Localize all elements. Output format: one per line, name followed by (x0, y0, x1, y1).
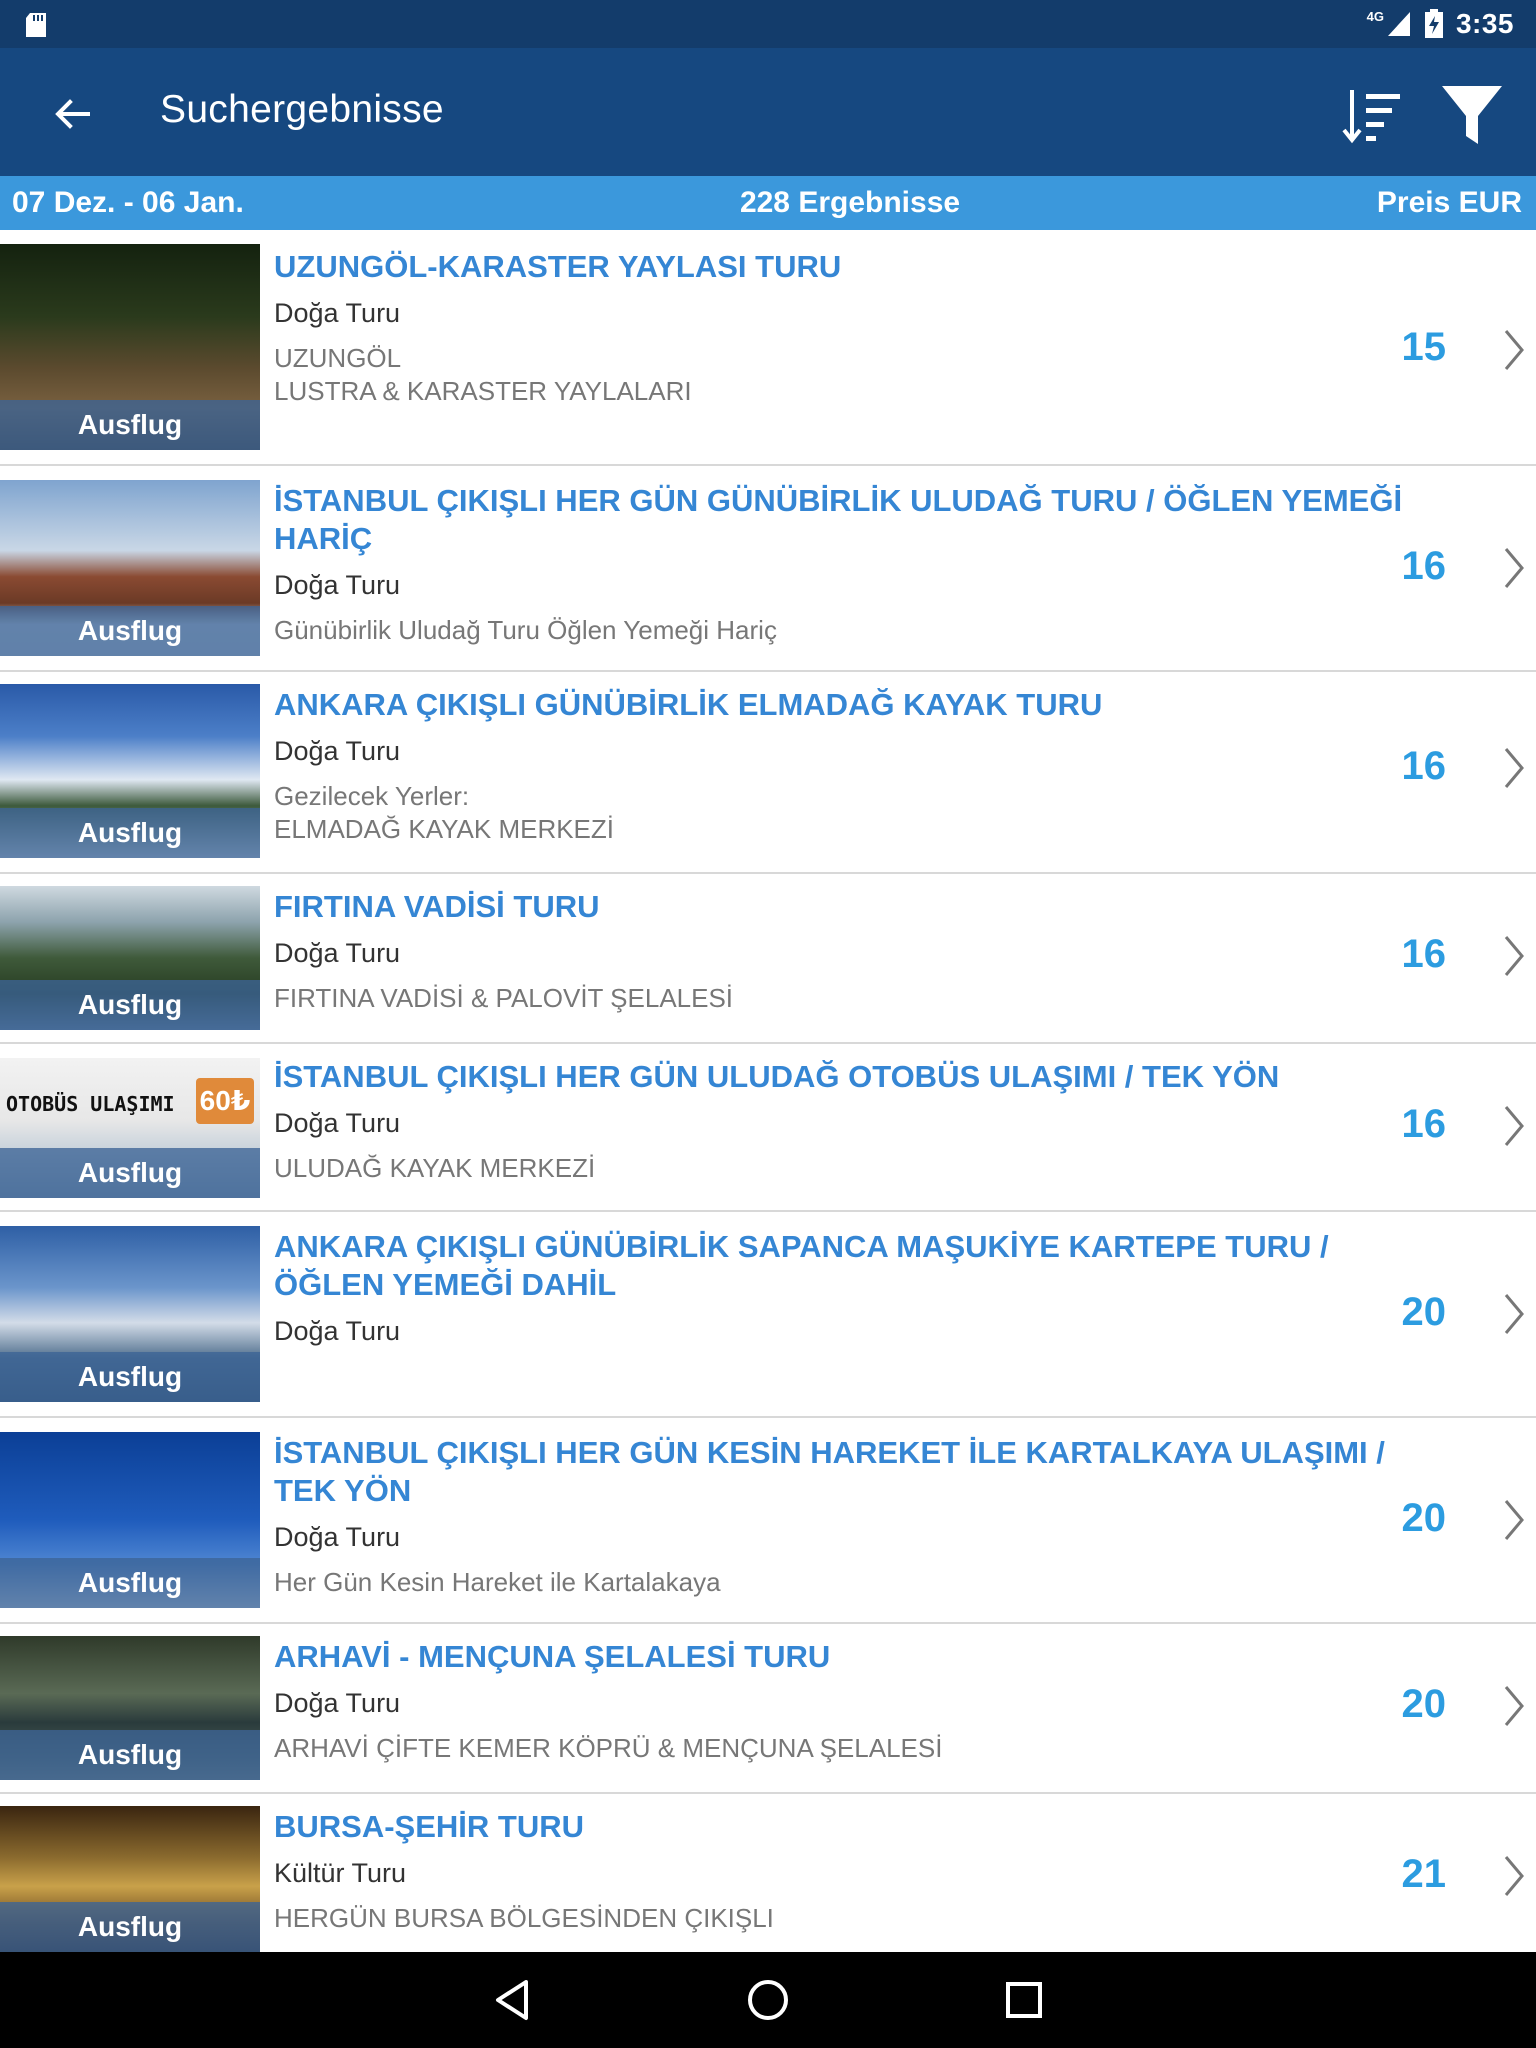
thumbnail-caption: OTOBÜS ULAŞIMI (6, 1092, 175, 1116)
result-category: Doğa Turu (274, 1522, 401, 1552)
results-count: 228 Ergebnisse (739, 186, 961, 219)
app-bar: Suchergebnisse (0, 48, 1536, 176)
result-category: Doğa Turu (274, 570, 401, 600)
result-row[interactable]: Ausflug İSTANBUL ÇIKIŞLI HER GÜN KESİN H… (0, 1418, 1536, 1624)
result-description: Gezilecek Yerler: ELMADAĞ KAYAK MERKEZİ (274, 781, 615, 844)
result-title: UZUNGÖL-KARASTER YAYLASI TURU (274, 249, 842, 284)
category-badge: Ausflug (0, 980, 260, 1030)
result-category: Doğa Turu (274, 1316, 401, 1346)
battery-icon (1424, 9, 1443, 38)
result-title: İSTANBUL ÇIKIŞLI HER GÜN KESİN HAREKET İ… (274, 1435, 1385, 1508)
signal-icon (1387, 12, 1410, 36)
result-row[interactable]: Ausflug FIRTINA VADİSİ TURU Doğa Turu FI… (0, 874, 1536, 1044)
result-title: BURSA-ŞEHİR TURU (274, 1809, 584, 1844)
thumbnail-price-tag: 60₺ (196, 1078, 254, 1124)
chevron-right-icon (1504, 548, 1524, 588)
result-price: 20 (1401, 1496, 1447, 1540)
status-bar: 4G 3:35 (0, 0, 1536, 48)
category-badge: Ausflug (0, 1902, 260, 1952)
result-thumbnail: Ausflug (0, 480, 260, 656)
sort-icon[interactable] (1340, 84, 1404, 148)
result-title: FIRTINA VADİSİ TURU (274, 889, 600, 924)
chevron-right-icon (1504, 936, 1524, 976)
category-badge: Ausflug (0, 400, 260, 450)
home-circle-icon[interactable] (744, 1976, 792, 2024)
chevron-right-icon (1504, 748, 1524, 788)
price-currency: Preis EUR (1376, 186, 1522, 219)
result-price: 16 (1401, 1102, 1447, 1146)
chevron-right-icon (1504, 1686, 1524, 1726)
result-category: Kültür Turu (274, 1858, 407, 1888)
result-row[interactable]: Ausflug ANKARA ÇIKIŞLI GÜNÜBİRLİK SAPANC… (0, 1212, 1536, 1418)
result-price: 15 (1401, 325, 1447, 369)
result-description: Günübirlik Uludağ Turu Öğlen Yemeği Hari… (274, 615, 777, 645)
result-row[interactable]: Ausflug BURSA-ŞEHİR TURU Kültür Turu HER… (0, 1794, 1536, 1952)
result-price: 16 (1401, 744, 1447, 788)
filter-icon[interactable] (1440, 82, 1504, 150)
result-title: ARHAVİ - MENÇUNA ŞELALESİ TURU (274, 1639, 831, 1674)
result-row[interactable]: OTOBÜS ULAŞIMI 60₺ Ausflug İSTANBUL ÇIKI… (0, 1044, 1536, 1212)
category-badge: Ausflug (0, 1558, 260, 1608)
result-thumbnail: Ausflug (0, 1226, 260, 1402)
system-nav-bar (0, 1952, 1536, 2048)
result-thumbnail: Ausflug (0, 1806, 260, 1952)
result-row[interactable]: Ausflug UZUNGÖL-KARASTER YAYLASI TURU Do… (0, 230, 1536, 466)
back-triangle-icon[interactable] (488, 1976, 536, 2024)
result-thumbnail: Ausflug (0, 1432, 260, 1608)
result-description: UZUNGÖL LUSTRA & KARASTER YAYLALARI (274, 343, 692, 406)
result-title: İSTANBUL ÇIKIŞLI HER GÜN GÜNÜBİRLİK ULUD… (274, 483, 1403, 556)
result-price: 16 (1401, 544, 1447, 588)
result-category: Doğa Turu (274, 938, 401, 968)
result-category: Doğa Turu (274, 736, 401, 766)
category-badge: Ausflug (0, 606, 260, 656)
result-category: Doğa Turu (274, 1108, 401, 1138)
result-row[interactable]: Ausflug ANKARA ÇIKIŞLI GÜNÜBİRLİK ELMADA… (0, 672, 1536, 874)
result-description: FIRTINA VADİSİ & PALOVİT ŞELALESİ (274, 983, 734, 1013)
arrow-left-icon (55, 99, 90, 129)
result-price: 20 (1401, 1682, 1447, 1726)
result-thumbnail: Ausflug (0, 886, 260, 1030)
clock: 3:35 (1455, 8, 1514, 39)
result-price: 20 (1401, 1290, 1447, 1334)
result-category: Doğa Turu (274, 298, 401, 328)
result-thumbnail: Ausflug (0, 684, 260, 858)
result-thumbnail: OTOBÜS ULAŞIMI 60₺ Ausflug (0, 1058, 260, 1198)
result-title: ANKARA ÇIKIŞLI GÜNÜBİRLİK ELMADAĞ KAYAK … (274, 687, 1103, 722)
network-type: 4G (1366, 8, 1384, 24)
results-info-bar: 07 Dez. - 06 Jan. 228 Ergebnisse Preis E… (0, 176, 1536, 230)
result-price: 21 (1401, 1852, 1447, 1896)
results-list[interactable]: Ausflug UZUNGÖL-KARASTER YAYLASI TURU Do… (0, 230, 1536, 1952)
category-badge: Ausflug (0, 1730, 260, 1780)
result-row[interactable]: Ausflug İSTANBUL ÇIKIŞLI HER GÜN GÜNÜBİR… (0, 466, 1536, 672)
result-category: Doğa Turu (274, 1688, 401, 1718)
result-description: HERGÜN BURSA BÖLGESİNDEN ÇIKIŞLI (274, 1903, 774, 1933)
result-description: ULUDAĞ KAYAK MERKEZİ (274, 1153, 596, 1183)
result-price: 16 (1401, 932, 1447, 976)
chevron-right-icon (1504, 1294, 1524, 1334)
result-thumbnail: Ausflug (0, 1636, 260, 1780)
chevron-right-icon (1504, 1856, 1524, 1896)
category-badge: Ausflug (0, 1148, 260, 1198)
page-title: Suchergebnisse (160, 88, 444, 131)
result-title: İSTANBUL ÇIKIŞLI HER GÜN ULUDAĞ OTOBÜS U… (274, 1059, 1280, 1094)
result-row[interactable]: Ausflug ARHAVİ - MENÇUNA ŞELALESİ TURU D… (0, 1624, 1536, 1794)
result-description: ARHAVİ ÇİFTE KEMER KÖPRÜ & MENÇUNA ŞELAL… (274, 1733, 943, 1763)
chevron-right-icon (1504, 330, 1524, 370)
sd-card-icon (26, 13, 46, 37)
chevron-right-icon (1504, 1500, 1524, 1540)
result-thumbnail: Ausflug (0, 244, 260, 450)
category-badge: Ausflug (0, 808, 260, 858)
result-title: ANKARA ÇIKIŞLI GÜNÜBİRLİK SAPANCA MAŞUKİ… (274, 1229, 1329, 1302)
category-badge: Ausflug (0, 1352, 260, 1402)
chevron-right-icon (1504, 1106, 1524, 1146)
recents-square-icon[interactable] (1000, 1976, 1048, 2024)
back-button[interactable] (44, 86, 100, 142)
result-description: Her Gün Kesin Hareket ile Kartalakaya (274, 1567, 721, 1597)
